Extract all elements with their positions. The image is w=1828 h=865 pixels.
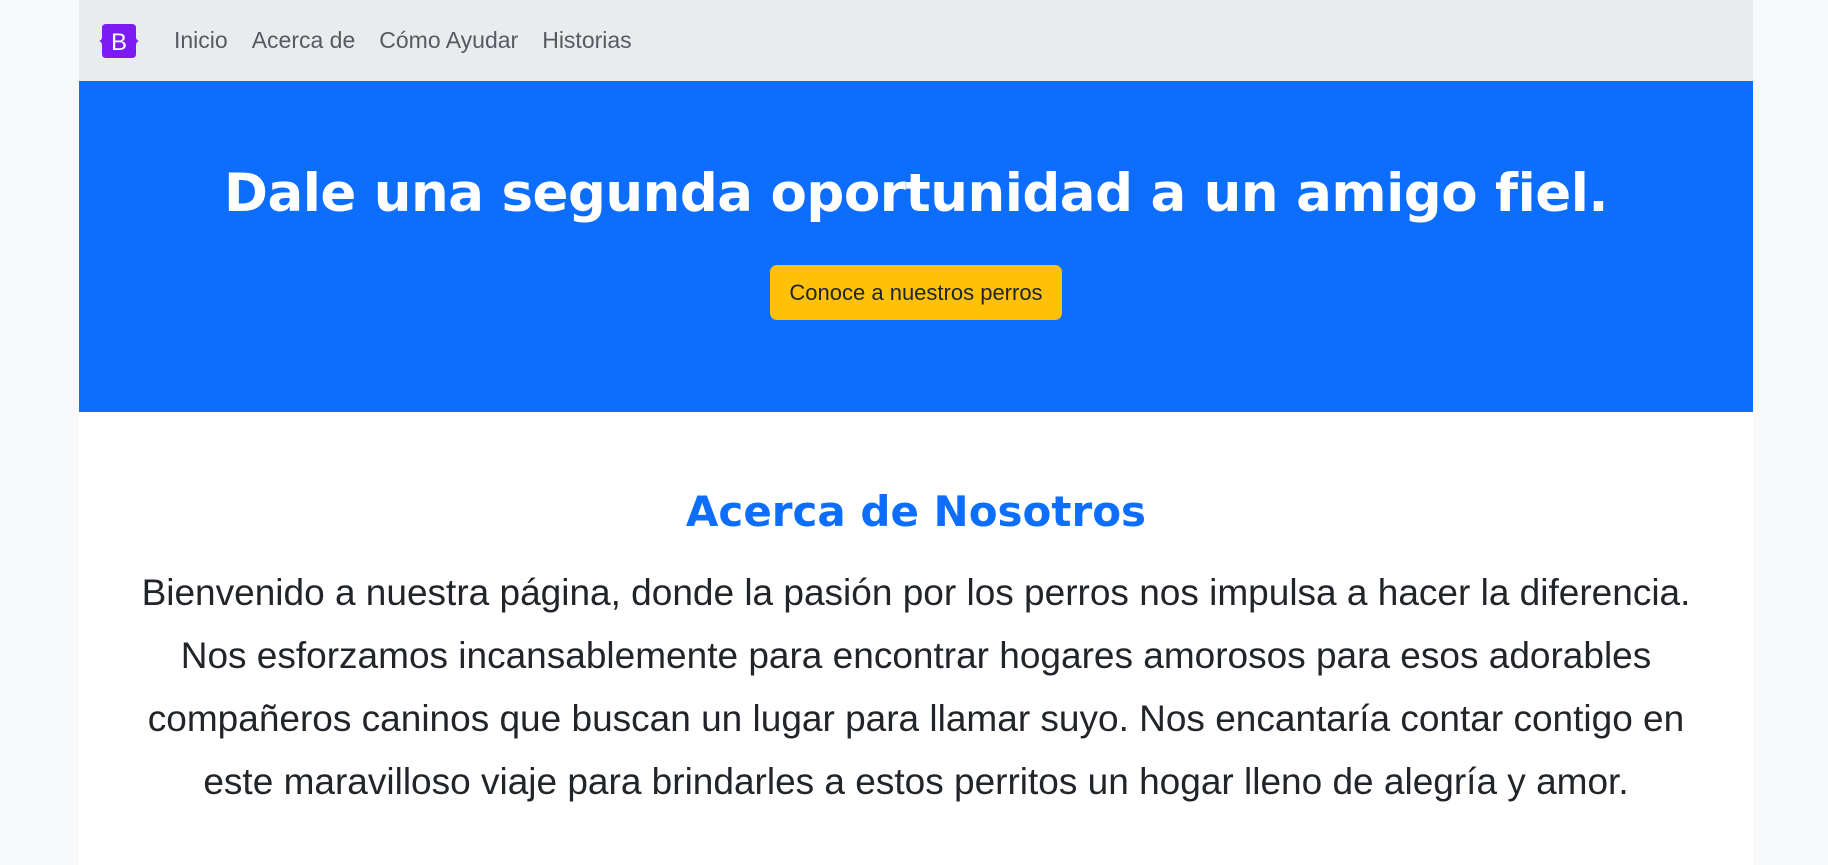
about-section: Acerca de Nosotros Bienvenido a nuestra … <box>79 412 1753 813</box>
bootstrap-logo-icon: B <box>99 23 139 58</box>
about-heading: Acerca de Nosotros <box>685 487 1147 536</box>
svg-text:B: B <box>111 29 127 56</box>
nav-link-como-ayudar[interactable]: Cómo Ayudar <box>379 27 518 54</box>
navbar: B Inicio Acerca de Cómo Ayudar Historias <box>79 0 1753 81</box>
meet-dogs-button[interactable]: Conoce a nuestros perros <box>770 265 1062 320</box>
nav-link-inicio[interactable]: Inicio <box>174 27 228 54</box>
page: B Inicio Acerca de Cómo Ayudar Historias… <box>79 0 1753 865</box>
hero-title: Dale una segunda oportunidad a un amigo … <box>223 163 1609 224</box>
hero-section: Dale una segunda oportunidad a un amigo … <box>79 81 1753 412</box>
nav-link-acerca-de[interactable]: Acerca de <box>252 27 356 54</box>
brand-logo[interactable]: B <box>98 21 140 61</box>
nav-link-historias[interactable]: Historias <box>542 27 631 54</box>
about-text: Bienvenido a nuestra página, donde la pa… <box>141 572 1691 802</box>
